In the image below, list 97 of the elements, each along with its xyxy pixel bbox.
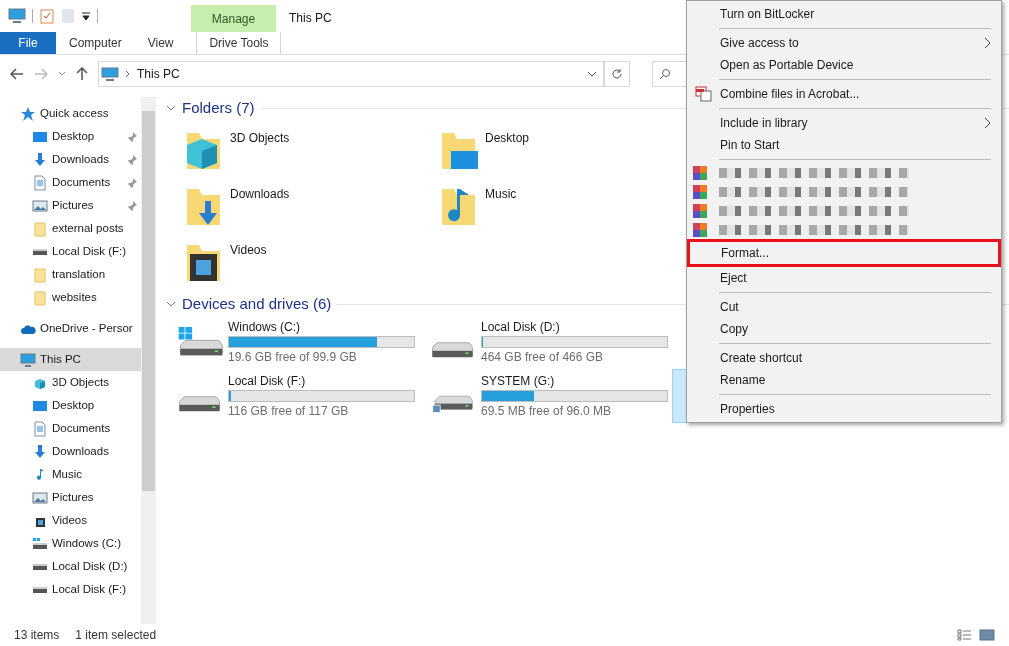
nav-item[interactable]: Local Disk (D:) <box>0 555 141 578</box>
nav-item[interactable]: Pictures <box>0 486 141 509</box>
search-icon <box>659 68 671 80</box>
folder-icon <box>32 289 48 306</box>
nav-item[interactable]: Pictures <box>0 194 141 217</box>
drive-tile[interactable]: Local Disk (F:) 116 GB free of 117 GB <box>166 369 416 423</box>
document-icon <box>32 174 48 191</box>
menu-item[interactable]: Create shortcut <box>689 347 999 369</box>
chevron-down-icon[interactable] <box>58 71 66 77</box>
back-arrow-icon[interactable] <box>10 68 24 80</box>
address-path: This PC <box>137 66 181 83</box>
nav-item[interactable]: Music <box>0 463 141 486</box>
ribbon-tab[interactable]: Computer <box>56 32 135 54</box>
computer-icon <box>101 67 119 81</box>
nav-item[interactable]: Downloads <box>0 148 141 171</box>
nav-item[interactable]: Quick access <box>0 102 141 125</box>
overlapping-documents-icon <box>695 86 713 102</box>
picture-icon <box>32 489 48 506</box>
menu-item[interactable]: Turn on BitLocker <box>689 3 999 25</box>
nav-item[interactable]: translation <box>0 263 141 286</box>
group-heading[interactable]: Folders (7) <box>182 96 255 120</box>
menu-item[interactable]: Cut <box>689 296 999 318</box>
menu-item[interactable]: Combine files in Acrobat... <box>689 83 999 105</box>
nav-item[interactable]: 3D Objects <box>0 371 141 394</box>
menu-item[interactable]: Include in library <box>689 112 999 134</box>
folder-tile[interactable]: Downloads <box>166 179 421 235</box>
nav-item[interactable]: Windows (C:) <box>0 532 141 555</box>
ribbon-tab[interactable]: View <box>134 32 187 54</box>
collapse-chevron-icon[interactable] <box>166 104 176 112</box>
nav-item[interactable]: Desktop <box>0 125 141 148</box>
menu-item[interactable]: Rename <box>689 369 999 391</box>
folder-tile[interactable]: 3D Objects <box>166 123 421 179</box>
menu-item[interactable]: Eject <box>689 267 999 289</box>
ribbon-tab[interactable]: Drive Tools <box>196 32 282 54</box>
redacted-text[interactable] <box>719 167 909 178</box>
app-icon <box>693 165 707 180</box>
nav-item[interactable]: Local Disk (F:) <box>0 578 141 601</box>
app-icon <box>693 184 707 199</box>
chevron-down-icon[interactable] <box>587 70 597 78</box>
folder-icon <box>32 266 48 283</box>
nav-item[interactable]: This PC <box>0 348 141 371</box>
hard-drive-icon <box>432 340 473 360</box>
menu-item[interactable]: Pin to Start <box>689 134 999 156</box>
hard-drive-icon <box>179 394 220 414</box>
menu-item[interactable]: Properties <box>689 398 999 420</box>
selection-count: 1 item selected <box>75 627 157 644</box>
windows-drive-icon <box>32 535 48 552</box>
address-bar[interactable]: This PC <box>98 61 604 87</box>
down-arrow-icon <box>32 443 48 460</box>
menu-item[interactable]: Give access to <box>689 32 999 54</box>
app-icon <box>693 203 707 218</box>
redacted-text[interactable] <box>719 205 909 216</box>
drive-tile[interactable]: SYSTEM (G:) 69.5 MB free of 96.0 MB <box>419 369 669 423</box>
contextual-tab-header: Manage <box>191 5 276 32</box>
refresh-button[interactable] <box>604 61 630 87</box>
picture-icon <box>32 197 48 214</box>
drive-tile[interactable]: Windows (C:) 19.6 GB free of 99.9 GB <box>166 315 416 369</box>
folder-icon <box>32 220 48 237</box>
star-icon <box>20 105 36 122</box>
large-icons-view-icon[interactable] <box>979 629 995 641</box>
computer-icon <box>20 351 36 368</box>
drive-tile[interactable]: Local Disk (D:) 464 GB free of 466 GB <box>419 315 669 369</box>
nav-item[interactable]: Desktop <box>0 394 141 417</box>
details-view-icon[interactable] <box>957 629 973 641</box>
collapse-chevron-icon[interactable] <box>166 300 176 308</box>
document-icon <box>32 420 48 437</box>
menu-item[interactable]: Copy <box>689 318 999 340</box>
nav-item[interactable]: Local Disk (F:) <box>0 240 141 263</box>
menu-item[interactable]: Format... <box>687 239 1001 267</box>
nav-item[interactable]: external posts <box>0 217 141 240</box>
scrollbar[interactable] <box>141 97 156 624</box>
window-title: This PC <box>289 10 332 27</box>
ribbon-tab[interactable]: File <box>0 32 56 54</box>
menu-item[interactable]: Open as Portable Device <box>689 54 999 76</box>
nav-item[interactable]: Downloads <box>0 440 141 463</box>
nav-item[interactable]: Documents <box>0 417 141 440</box>
nav-item[interactable]: OneDrive - Persor <box>0 317 141 340</box>
down-arrow-icon <box>32 151 48 168</box>
up-arrow-icon[interactable] <box>76 67 88 81</box>
redacted-text[interactable] <box>719 186 909 197</box>
refresh-icon <box>611 68 623 80</box>
hard-drive-icon <box>32 585 48 594</box>
hard-drive-icon <box>32 247 48 256</box>
item-count: 13 items <box>14 627 60 644</box>
dropdown-icon[interactable] <box>81 11 91 21</box>
folder-tile[interactable]: Desktop <box>421 123 676 179</box>
hard-drive-icon <box>32 562 48 571</box>
nav-item[interactable]: Videos <box>0 509 141 532</box>
app-icon <box>693 222 707 237</box>
nav-item[interactable]: Documents <box>0 171 141 194</box>
nav-item[interactable]: websites <box>0 286 141 309</box>
folder-tile[interactable]: Music <box>421 179 676 235</box>
properties-icon[interactable] <box>39 8 55 24</box>
redacted-text[interactable] <box>719 224 909 235</box>
group-heading[interactable]: Devices and drives (6) <box>182 292 332 316</box>
computer-icon[interactable] <box>8 8 26 24</box>
folder-tile[interactable]: Videos <box>166 235 421 291</box>
